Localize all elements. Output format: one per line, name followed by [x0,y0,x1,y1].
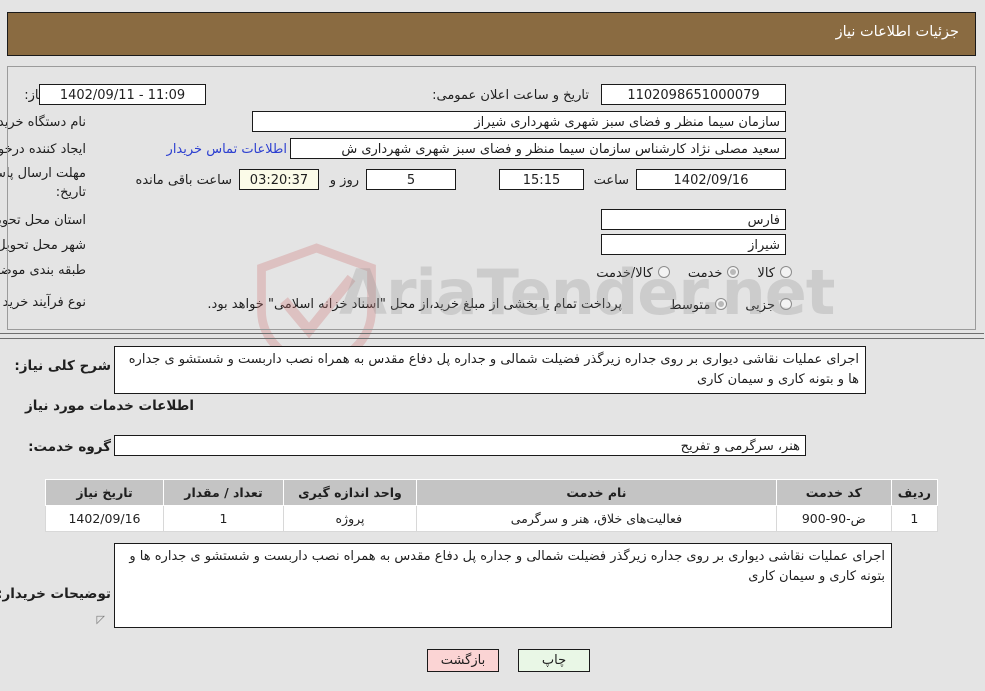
table-row: 1 ض-90-900 فعالیت‌های خلاق، هنر و سرگرمی… [46,505,940,532]
th-date: تاریخ نیاز [46,479,165,506]
service-group-value: هنر، سرگرمی و تفریح [115,435,807,456]
divider-bottom [0,338,985,339]
cell-row: 1 [891,505,940,532]
services-section-heading: اطلاعات خدمات مورد نیاز [25,398,195,414]
general-description-textarea[interactable]: اجرای عملیات نقاشی دیواری بر روی جداره ز… [115,346,867,394]
buyer-notes-label: توضیحات خریدار: [0,586,112,602]
th-code: کد خدمت [776,479,893,506]
page-title: جزئیات اطلاعات نیاز [836,24,960,40]
th-qty: تعداد / مقدار [164,479,285,506]
cell-code: ض-90-900 [776,505,893,532]
th-unit: واحد اندازه گیری [284,479,418,506]
general-description-label: شرح کلی نیاز: [15,358,112,374]
service-group-label: گروه خدمت: [29,439,112,455]
need-info-panel [8,66,977,330]
print-button[interactable]: چاپ [519,649,591,672]
table-header-row: ردیف کد خدمت نام خدمت واحد اندازه گیری ت… [46,479,940,506]
back-button[interactable]: بازگشت [428,649,500,672]
cell-name: فعالیت‌های خلاق، هنر و سرگرمی [417,505,778,532]
cell-qty: 1 [164,505,285,532]
th-row: ردیف [891,479,940,506]
th-name: نام خدمت [417,479,778,506]
cell-unit: پروژه [284,505,418,532]
page-header-bar: جزئیات اطلاعات نیاز [8,12,977,56]
services-table: ردیف کد خدمت نام خدمت واحد اندازه گیری ت… [46,479,940,532]
divider-top [0,333,985,334]
cell-date: 1402/09/16 [46,505,165,532]
resize-handle-icon-2[interactable]: ◸ [94,614,106,626]
buyer-notes-textarea[interactable]: اجرای عملیات نقاشی دیواری بر روی جداره ز… [115,543,893,628]
